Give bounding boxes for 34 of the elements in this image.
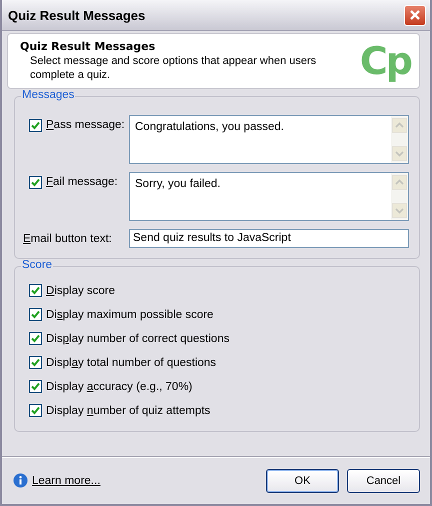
- checkbox[interactable]: [29, 176, 42, 189]
- checkbox-label: Display maximum possible score: [46, 308, 214, 320]
- checkbox-label: Display number of quiz attempts: [46, 404, 210, 416]
- scroll-bar[interactable]: [391, 173, 408, 220]
- input-field[interactable]: Send quiz results to JavaScript: [129, 229, 409, 248]
- checkbox[interactable]: [29, 356, 42, 369]
- checkbox[interactable]: [29, 380, 42, 393]
- checkbox[interactable]: [29, 404, 42, 417]
- window-title: Quiz Result Messages: [8, 8, 146, 22]
- field-label: Fail message:: [46, 176, 118, 188]
- message-field[interactable]: Congratulations, you passed.: [129, 115, 409, 164]
- checkbox[interactable]: [29, 308, 42, 321]
- logo: Cp: [360, 42, 411, 80]
- checkbox[interactable]: [29, 332, 42, 345]
- checkbox[interactable]: [29, 119, 42, 132]
- close-button[interactable]: [404, 4, 426, 26]
- message-field[interactable]: Sorry, you failed.: [129, 172, 409, 221]
- dialog-button[interactable]: Cancel: [347, 468, 420, 492]
- checkbox-label: Display score: [46, 284, 116, 296]
- scroll-bar[interactable]: [391, 116, 408, 163]
- info-icon: [13, 473, 28, 488]
- dialog-button[interactable]: OK: [266, 468, 339, 492]
- checkbox-label: Display total number of questions: [46, 356, 216, 368]
- header-description: Select message and score options that appear when users complete a quiz.: [29, 54, 318, 82]
- group-legend: Score: [21, 259, 54, 271]
- checkbox-label: Display number of correct questions: [46, 332, 230, 344]
- close-icon: [409, 9, 421, 21]
- group-legend: Messages: [21, 89, 76, 101]
- checkbox[interactable]: [29, 284, 42, 297]
- field-label: Email button text:: [23, 233, 112, 245]
- learn-more-link[interactable]: Learn more...: [32, 474, 100, 486]
- header-title: Quiz Result Messages: [20, 40, 156, 53]
- checkbox-label: Display accuracy (e.g., 70%): [46, 380, 192, 392]
- field-label: Pass message:: [46, 119, 125, 131]
